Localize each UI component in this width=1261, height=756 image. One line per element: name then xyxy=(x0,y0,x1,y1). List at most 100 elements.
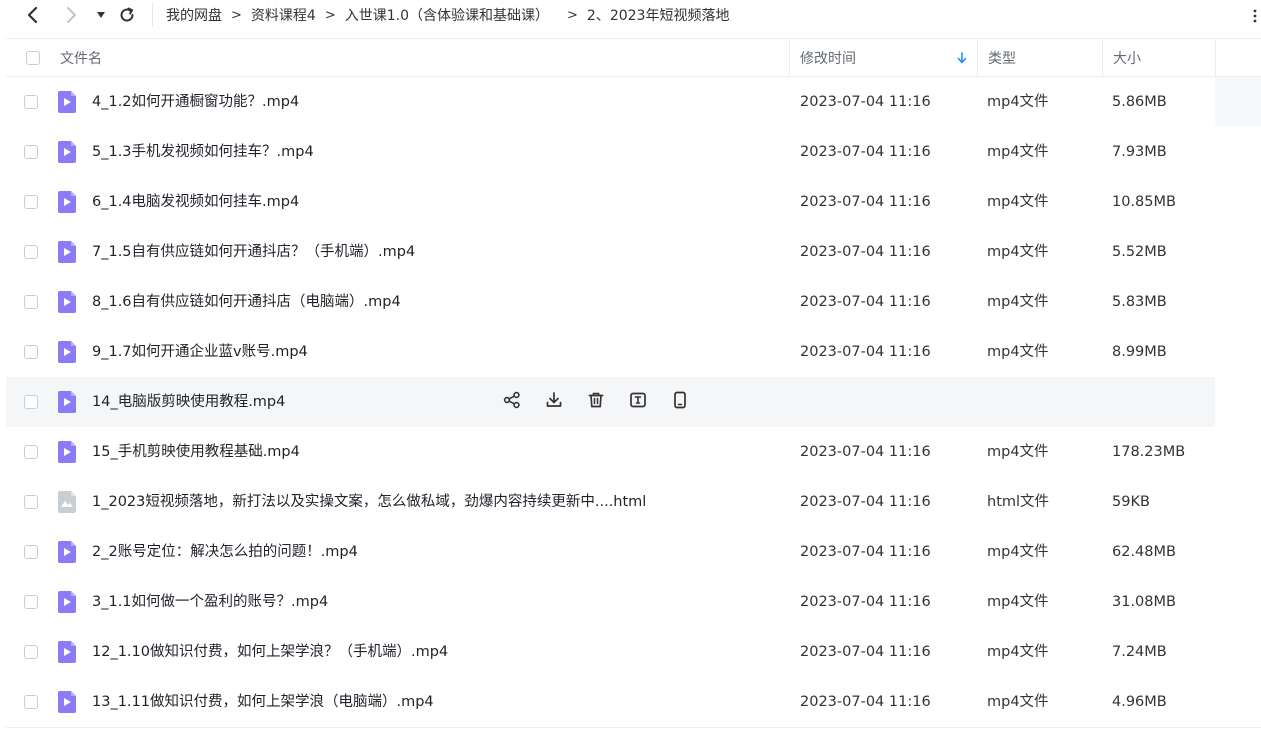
column-divider xyxy=(1102,39,1103,76)
send-to-phone-icon xyxy=(671,391,689,413)
file-modified-time: 2023-07-04 11:16 xyxy=(800,544,931,560)
file-name[interactable]: 4_1.2如何开通橱窗功能？.mp4 xyxy=(92,77,299,127)
file-name[interactable]: 7_1.5自有供应链如何开通抖店？（手机端）.mp4 xyxy=(92,227,415,277)
video-file-icon xyxy=(56,90,78,118)
delete-button[interactable] xyxy=(587,390,629,414)
breadcrumb-item-current[interactable]: 2、2023年短视频落地 xyxy=(587,5,730,25)
file-type: mp4文件 xyxy=(987,544,1049,560)
toolbar-divider xyxy=(152,3,153,27)
row-checkbox[interactable] xyxy=(24,595,38,609)
file-type: mp4文件 xyxy=(987,94,1049,110)
refresh-icon xyxy=(120,7,134,22)
file-name[interactable]: 3_1.1如何做一个盈利的账号？.mp4 xyxy=(92,577,328,627)
toolbar: 我的网盘 > 资料课程4 > 入世课1.0（含体验课和基础课） > 2、2023… xyxy=(0,0,1261,30)
row-hover-actions xyxy=(503,390,713,414)
column-divider xyxy=(1215,39,1216,76)
file-name[interactable]: 12_1.10做知识付费，如何上架学浪？（手机端）.mp4 xyxy=(92,627,448,677)
row-checkbox[interactable] xyxy=(24,295,38,309)
file-type: mp4文件 xyxy=(987,144,1049,160)
table-row[interactable]: 9_1.7如何开通企业蓝v账号.mp4 2023-07-04 11:16 mp4… xyxy=(6,327,1261,377)
file-size: 10.85MB xyxy=(1112,194,1176,210)
delete-icon xyxy=(587,391,605,413)
column-header-modified[interactable]: 修改时间 xyxy=(800,39,856,76)
file-size: 5.86MB xyxy=(1112,94,1167,110)
row-checkbox[interactable] xyxy=(24,695,38,709)
row-checkbox[interactable] xyxy=(24,445,38,459)
history-dropdown-button[interactable] xyxy=(91,5,111,25)
breadcrumb-item[interactable]: 资料课程4 xyxy=(251,5,316,25)
row-checkbox[interactable] xyxy=(24,495,38,509)
download-button[interactable] xyxy=(545,390,587,414)
file-type: mp4文件 xyxy=(987,194,1049,210)
file-size: 178.23MB xyxy=(1112,444,1186,460)
back-button[interactable] xyxy=(23,5,43,25)
video-file-icon xyxy=(56,590,78,618)
table-row[interactable]: 14_电脑版剪映使用教程.mp4 xyxy=(6,377,1215,427)
breadcrumb-item-root[interactable]: 我的网盘 xyxy=(166,5,222,25)
row-checkbox[interactable] xyxy=(24,345,38,359)
file-modified-time: 2023-07-04 11:16 xyxy=(800,344,931,360)
send-to-phone-button[interactable] xyxy=(671,390,713,414)
file-name[interactable]: 2_2账号定位：解决怎么拍的问题！.mp4 xyxy=(92,527,358,577)
table-row[interactable]: 4_1.2如何开通橱窗功能？.mp4 2023-07-04 11:16 mp4文… xyxy=(6,77,1261,127)
share-button[interactable] xyxy=(503,390,545,414)
more-vertical-icon xyxy=(1253,9,1257,23)
file-modified-time: 2023-07-04 11:16 xyxy=(800,244,931,260)
share-icon xyxy=(503,391,521,413)
row-checkbox[interactable] xyxy=(24,95,38,109)
row-checkbox[interactable] xyxy=(24,145,38,159)
table-row[interactable]: 8_1.6自有供应链如何开通抖店（电脑端）.mp4 2023-07-04 11:… xyxy=(6,277,1261,327)
table-row[interactable]: 5_1.3手机发视频如何挂车？.mp4 2023-07-04 11:16 mp4… xyxy=(6,127,1261,177)
column-header-size[interactable]: 大小 xyxy=(1113,39,1141,76)
file-name[interactable]: 14_电脑版剪映使用教程.mp4 xyxy=(92,377,285,427)
file-size: 7.93MB xyxy=(1112,144,1167,160)
more-options-button[interactable] xyxy=(1253,8,1257,27)
table-row[interactable]: 2_2账号定位：解决怎么拍的问题！.mp4 2023-07-04 11:16 m… xyxy=(6,527,1261,577)
forward-button[interactable] xyxy=(61,5,81,25)
table-row[interactable]: 12_1.10做知识付费，如何上架学浪？（手机端）.mp4 2023-07-04… xyxy=(6,627,1261,677)
table-row[interactable]: 1_2023短视频落地，新打法以及实操文案，怎么做私域，劲爆内容持续更新中...… xyxy=(6,477,1261,527)
file-modified-time: 2023-07-04 11:16 xyxy=(800,594,931,610)
file-modified-time: 2023-07-04 11:16 xyxy=(800,494,931,510)
file-size: 59KB xyxy=(1112,494,1150,510)
file-type: mp4文件 xyxy=(987,644,1049,660)
column-divider xyxy=(977,39,978,76)
select-all-checkbox[interactable] xyxy=(26,39,40,76)
row-checkbox[interactable] xyxy=(24,395,38,409)
file-modified-time: 2023-07-04 11:16 xyxy=(800,194,931,210)
checkbox xyxy=(26,50,40,65)
file-modified-time: 2023-07-04 11:16 xyxy=(800,694,931,710)
column-header-type[interactable]: 类型 xyxy=(988,39,1016,76)
file-modified-time: 2023-07-04 11:16 xyxy=(800,144,931,160)
row-checkbox[interactable] xyxy=(24,195,38,209)
table-row[interactable]: 15_手机剪映使用教程基础.mp4 2023-07-04 11:16 mp4文件… xyxy=(6,427,1261,477)
row-checkbox[interactable] xyxy=(24,645,38,659)
breadcrumb-item[interactable]: 入世课1.0（含体验课和基础课） xyxy=(345,5,549,25)
refresh-button[interactable] xyxy=(117,5,137,25)
file-type: mp4文件 xyxy=(987,344,1049,360)
sort-descending-icon[interactable] xyxy=(957,39,967,76)
file-name[interactable]: 8_1.6自有供应链如何开通抖店（电脑端）.mp4 xyxy=(92,277,401,327)
video-file-icon xyxy=(56,540,78,568)
file-name[interactable]: 5_1.3手机发视频如何挂车？.mp4 xyxy=(92,127,314,177)
file-name[interactable]: 15_手机剪映使用教程基础.mp4 xyxy=(92,427,300,477)
table-row[interactable]: 3_1.1如何做一个盈利的账号？.mp4 2023-07-04 11:16 mp… xyxy=(6,577,1261,627)
file-size: 31.08MB xyxy=(1112,594,1176,610)
file-size: 8.99MB xyxy=(1112,344,1167,360)
file-name[interactable]: 6_1.4电脑发视频如何挂车.mp4 xyxy=(92,177,299,227)
table-row[interactable]: 7_1.5自有供应链如何开通抖店？（手机端）.mp4 2023-07-04 11… xyxy=(6,227,1261,277)
breadcrumb: 我的网盘 > 资料课程4 > 入世课1.0（含体验课和基础课） > 2、2023… xyxy=(166,5,729,25)
rename-button[interactable] xyxy=(629,390,671,414)
html-file-icon xyxy=(56,490,78,518)
file-type: mp4文件 xyxy=(987,594,1049,610)
row-checkbox[interactable] xyxy=(24,545,38,559)
column-header-name[interactable]: 文件名 xyxy=(60,39,102,76)
breadcrumb-separator: > xyxy=(231,7,242,23)
table-row[interactable]: 6_1.4电脑发视频如何挂车.mp4 2023-07-04 11:16 mp4文… xyxy=(6,177,1261,227)
video-file-icon xyxy=(56,390,78,418)
file-name[interactable]: 1_2023短视频落地，新打法以及实操文案，怎么做私域，劲爆内容持续更新中...… xyxy=(92,477,646,527)
file-name[interactable]: 13_1.11做知识付费，如何上架学浪（电脑端）.mp4 xyxy=(92,677,434,727)
row-checkbox[interactable] xyxy=(24,245,38,259)
file-name[interactable]: 9_1.7如何开通企业蓝v账号.mp4 xyxy=(92,327,308,377)
table-row[interactable]: 13_1.11做知识付费，如何上架学浪（电脑端）.mp4 2023-07-04 … xyxy=(6,677,1261,727)
